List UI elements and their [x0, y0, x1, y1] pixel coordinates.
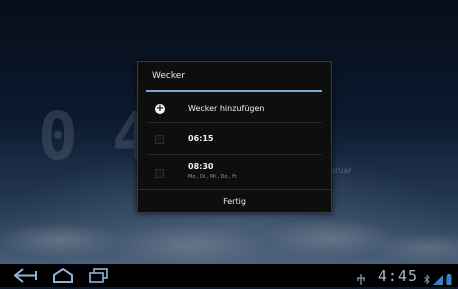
row-divider — [146, 122, 322, 123]
battery-icon — [446, 270, 452, 289]
system-bar: 4:45 — [0, 264, 458, 287]
alarm-time: 08:30 — [188, 162, 214, 171]
wifi-signal-icon — [433, 270, 443, 289]
add-alarm-row[interactable]: + Wecker hinzufügen — [138, 98, 331, 120]
status-clock: 4:45 — [377, 267, 418, 285]
add-icon: + — [155, 103, 165, 114]
alarm-row[interactable]: 06:15 — [138, 124, 331, 152]
alarm-time: 06:15 — [188, 134, 214, 143]
alarm-row[interactable]: 08:30 Mo., Di., Mi., Do., Fr. — [138, 156, 331, 188]
alarm-dialog: Wecker + Wecker hinzufügen 06:15 08:30 M… — [137, 61, 332, 213]
add-alarm-label: Wecker hinzufügen — [188, 104, 265, 113]
alarm-days: Mo., Di., Mi., Do., Fr. — [188, 174, 238, 180]
bluetooth-icon — [424, 270, 430, 289]
done-button[interactable]: Fertig — [138, 189, 331, 213]
row-divider — [146, 154, 322, 155]
title-divider — [146, 90, 322, 92]
alarm-checkbox[interactable] — [155, 135, 164, 144]
usb-debug-icon — [356, 270, 366, 289]
dialog-title: Wecker — [152, 71, 185, 81]
home-icon[interactable] — [52, 267, 74, 287]
back-icon[interactable] — [13, 268, 38, 287]
alarm-checkbox[interactable] — [155, 169, 164, 178]
recent-apps-icon[interactable] — [89, 268, 109, 287]
